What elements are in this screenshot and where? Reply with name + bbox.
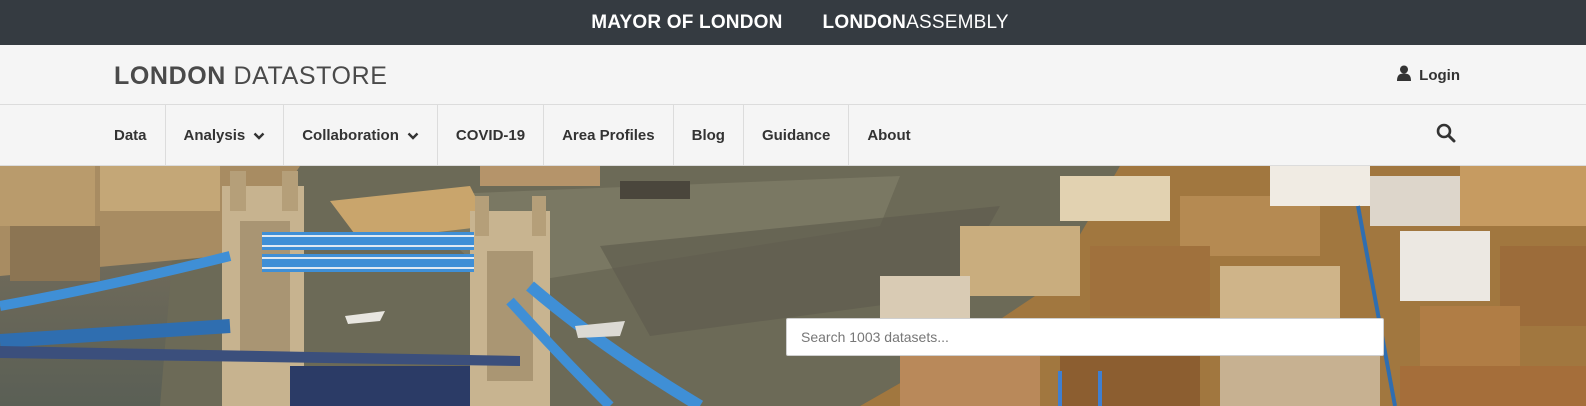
- assembly-link-light: ASSEMBLY: [906, 11, 1009, 33]
- nav-item-label: Blog: [691, 126, 725, 144]
- nav-item-label: Area Profiles: [562, 126, 655, 144]
- top-bar-links: MAYOR OF LONDON LONDONASSEMBLY: [591, 12, 1008, 34]
- chevron-down-icon: [253, 127, 265, 144]
- nav-item-analysis[interactable]: Analysis: [164, 105, 284, 165]
- nav-item-about[interactable]: About: [848, 105, 928, 165]
- nav-item-data[interactable]: Data: [114, 105, 165, 165]
- nav-item-collaboration[interactable]: Collaboration: [283, 105, 437, 165]
- search-icon[interactable]: [1436, 123, 1456, 148]
- nav-item-label: About: [867, 126, 911, 144]
- top-bar: MAYOR OF LONDON LONDONASSEMBLY: [0, 0, 1586, 45]
- assembly-link-bold: LONDON: [822, 11, 907, 33]
- logo-bold-text: LONDON: [114, 62, 226, 90]
- nav-item-label: Data: [114, 126, 147, 144]
- login-label: Login: [1419, 66, 1460, 84]
- tower-bridge-photo: [0, 166, 1586, 406]
- user-icon: [1397, 65, 1412, 85]
- london-assembly-link[interactable]: LONDONASSEMBLY: [823, 12, 1009, 34]
- dataset-search-input[interactable]: [786, 318, 1384, 356]
- nav-item-covid-19[interactable]: COVID-19: [436, 105, 543, 165]
- nav-item-guidance[interactable]: Guidance: [742, 105, 848, 165]
- main-nav: Data Analysis Collaboration COVID-19 Are…: [0, 105, 1586, 166]
- logo-light-text: DATASTORE: [225, 62, 388, 90]
- mayor-of-london-link[interactable]: MAYOR OF LONDON: [591, 12, 782, 34]
- nav-item-area-profiles[interactable]: Area Profiles: [543, 105, 673, 165]
- nav-item-label: Analysis: [183, 126, 246, 144]
- nav-item-blog[interactable]: Blog: [672, 105, 743, 165]
- hero-banner: [0, 166, 1586, 406]
- london-datastore-logo[interactable]: LONDON DATASTORE: [114, 62, 388, 91]
- nav-item-label: Guidance: [761, 126, 831, 144]
- nav-item-label: COVID-19: [455, 126, 526, 144]
- nav-item-label: Collaboration: [302, 126, 399, 144]
- site-header: LONDON DATASTORE Login: [0, 45, 1586, 105]
- chevron-down-icon: [407, 127, 419, 144]
- login-link[interactable]: Login: [1397, 65, 1460, 85]
